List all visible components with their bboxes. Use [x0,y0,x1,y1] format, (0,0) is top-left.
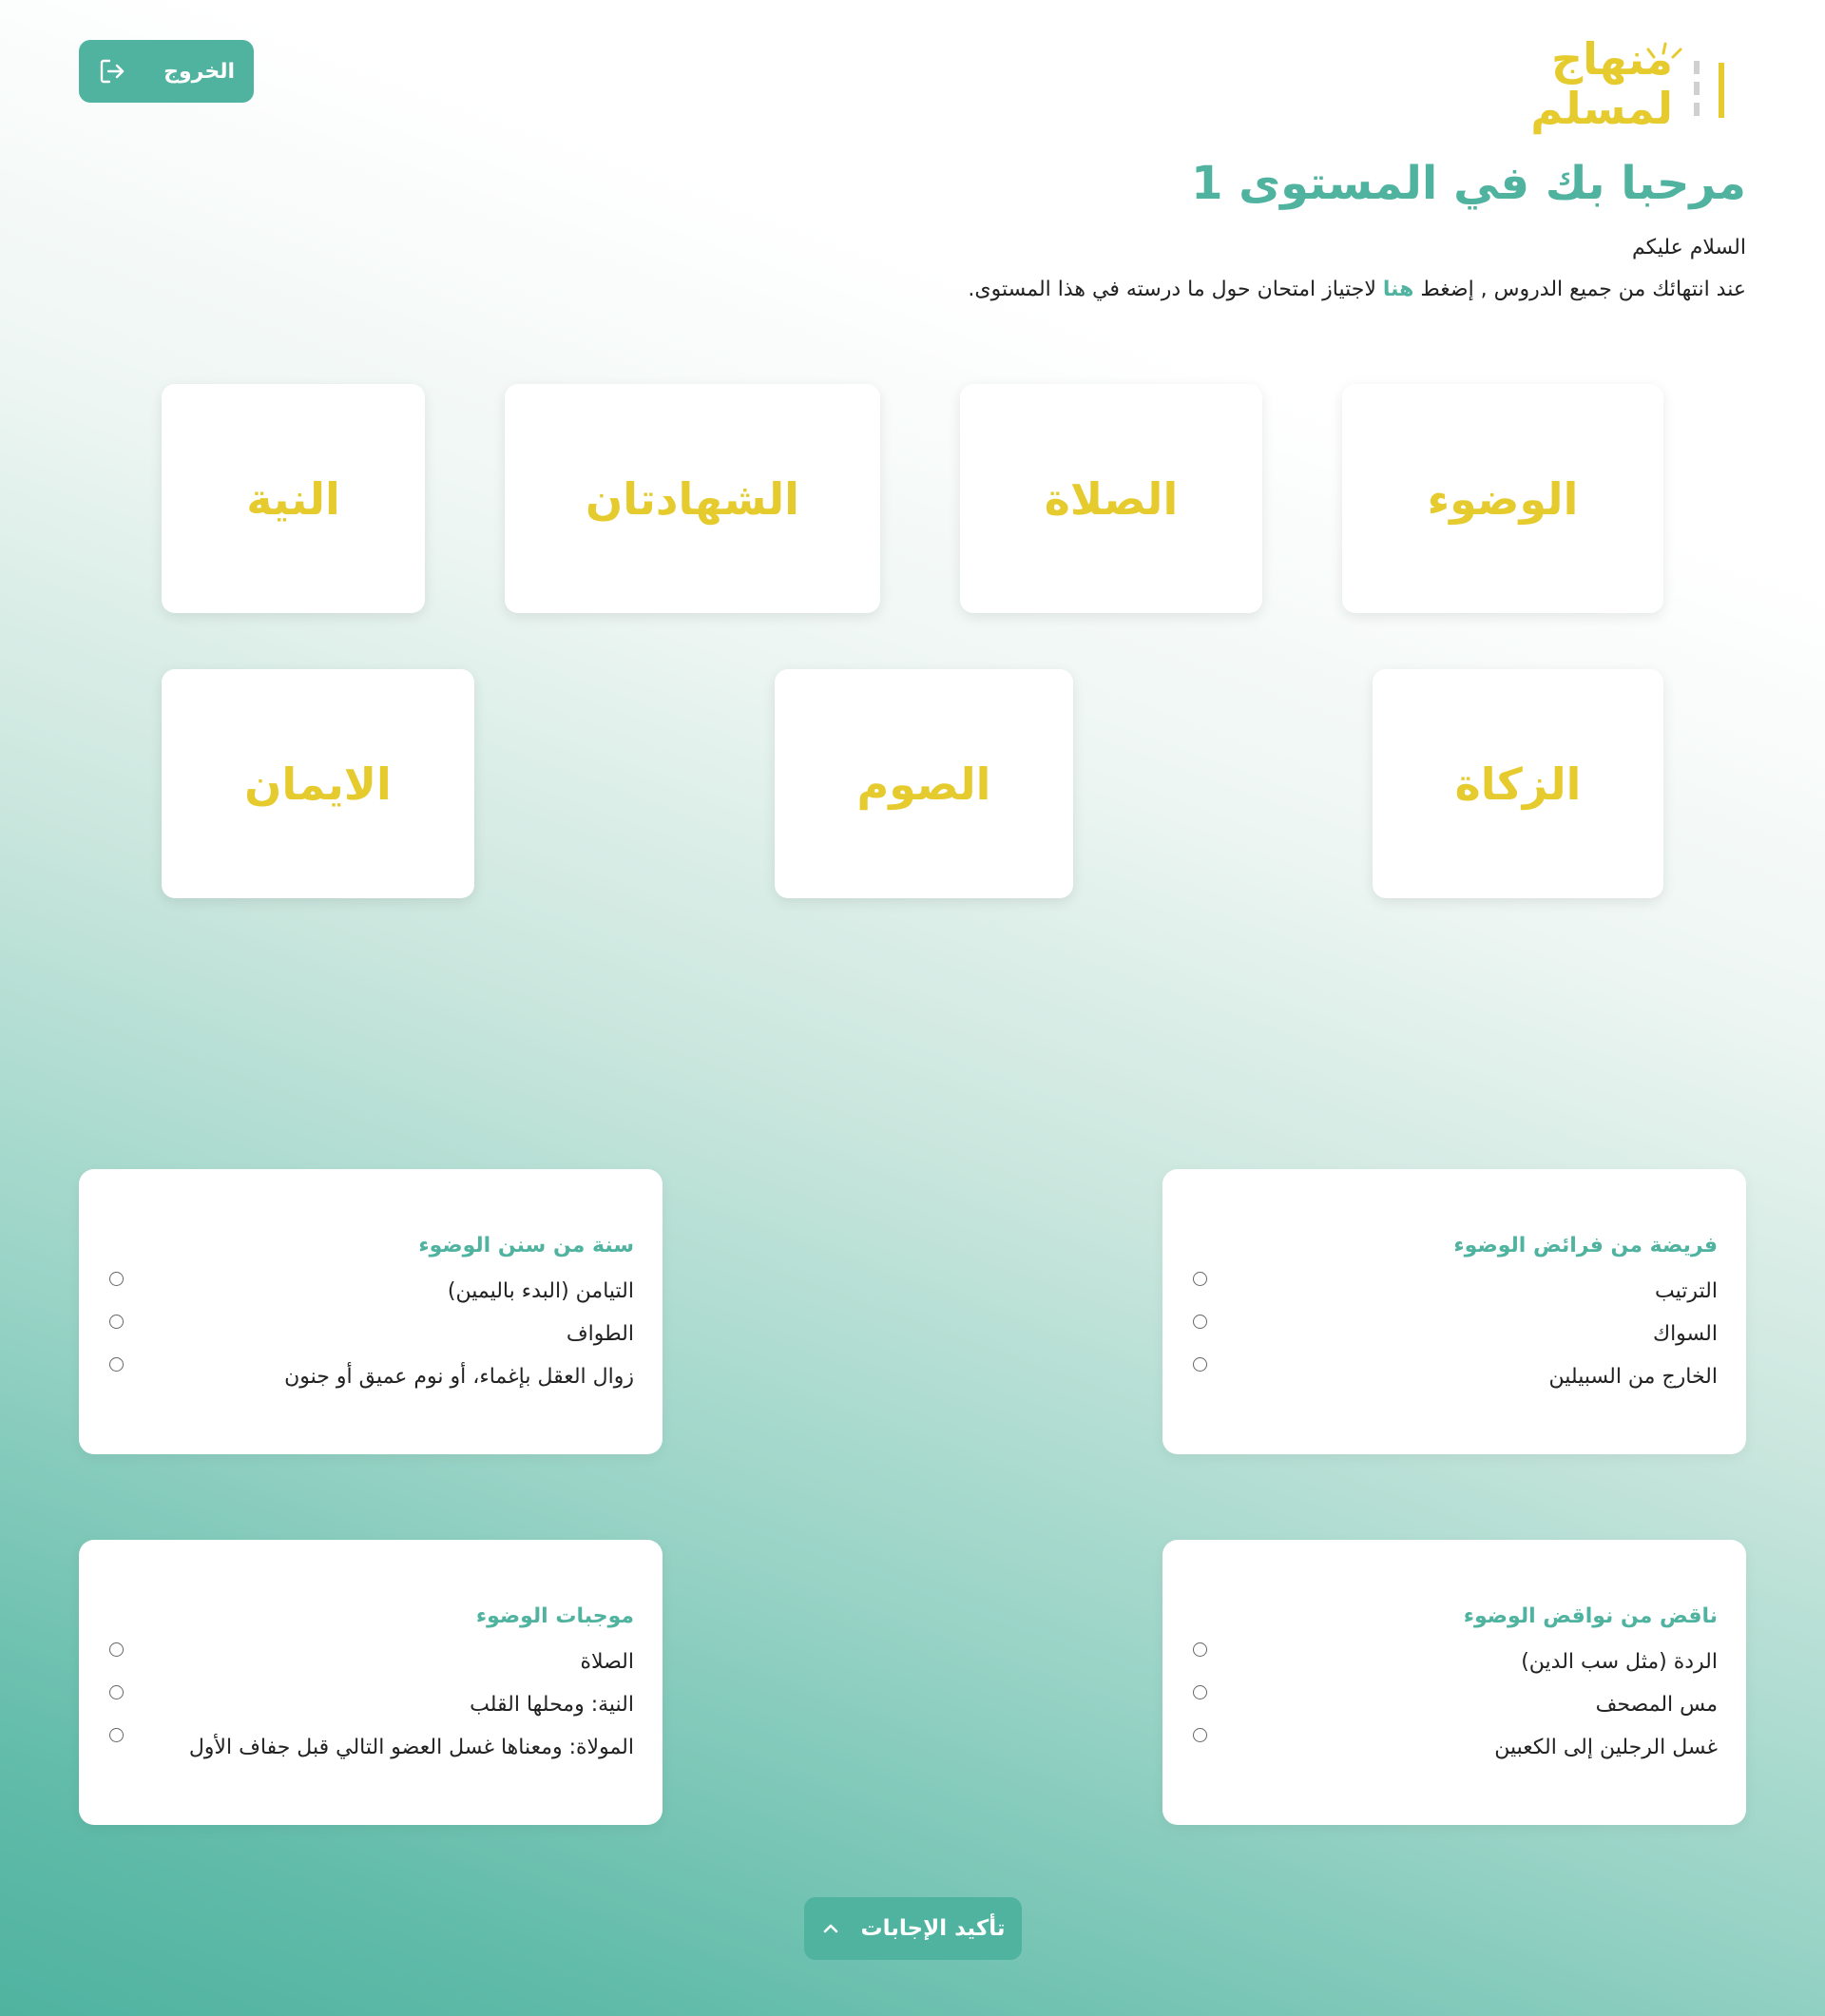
option-label: مس المصحف [1595,1693,1718,1717]
logout-icon [98,57,126,86]
option-radio[interactable] [1193,1728,1207,1742]
question-option: زوال العقل بإغماء، أو نوم عميق أو جنون [107,1355,634,1398]
option-label: المولاة: ومعناها غسل العضو التالي قبل جف… [188,1736,634,1759]
option-radio[interactable] [1193,1315,1207,1329]
instruction-before: عند انتهائك من جميع الدروس , إضغط [1413,278,1746,301]
lesson-card-label: الزكاة [1454,758,1582,810]
lesson-card-label: الصلاة [1044,472,1179,525]
logout-button[interactable]: الخروج [79,40,254,103]
option-radio[interactable] [109,1642,124,1657]
option-label: النية: ومحلها القلب [470,1693,634,1717]
option-radio[interactable] [109,1272,124,1286]
option-radio[interactable] [109,1685,124,1699]
logo: منهاج لمسلم [1530,29,1732,135]
logo-text-top: منهاج [1551,33,1673,85]
lesson-card-iman[interactable]: الايمان [162,669,474,898]
option-radio[interactable] [1193,1272,1207,1286]
lesson-card-wudu[interactable]: الوضوء [1342,384,1663,613]
question-card-mujibat: موجبات الوضوء الصلاة النية: ومحلها القلب… [79,1540,663,1825]
option-radio[interactable] [1193,1685,1207,1699]
option-label: السواك [1652,1322,1718,1346]
lesson-card-label: الشهادتان [586,472,799,525]
question-option: التيامن (البدء باليمين) [107,1270,634,1313]
logo-text-bottom: لمسلم [1530,83,1673,134]
chevron-up-icon [821,1922,840,1935]
option-label: الترتيب [1655,1279,1718,1303]
question-card-nawaqid: ناقض من نواقض الوضوء الردة (مثل سب الدين… [1162,1540,1746,1825]
question-option: غسل الرجلين إلى الكعبين [1191,1726,1718,1769]
question-title: موجبات الوضوء [475,1604,634,1628]
lesson-card-label: الوضوء [1427,472,1579,525]
option-label: الردة (مثل سب الدين) [1521,1650,1718,1674]
question-option: الطواف [107,1313,634,1355]
option-label: زوال العقل بإغماء، أو نوم عميق أو جنون [284,1365,634,1389]
question-option: الصلاة [107,1641,634,1683]
lesson-card-label: الصوم [856,758,991,810]
exam-link[interactable]: هنا [1383,278,1414,301]
question-title: فريضة من فرائض الوضوء [1453,1234,1718,1258]
instruction-text: عند انتهائك من جميع الدروس , إضغط هنا لا… [968,278,1746,301]
question-option: المولاة: ومعناها غسل العضو التالي قبل جف… [107,1726,634,1769]
option-label: الصلاة [580,1650,634,1674]
lesson-card-salat[interactable]: الصلاة [960,384,1262,613]
lesson-card-label: الايمان [244,758,392,810]
lesson-card-shahadatan[interactable]: الشهادتان [505,384,880,613]
logout-label: الخروج [163,59,235,84]
lesson-card-zakat[interactable]: الزكاة [1373,669,1663,898]
option-label: غسل الرجلين إلى الكعبين [1494,1736,1718,1759]
lesson-card-niyya[interactable]: النية [162,384,425,613]
option-radio[interactable] [109,1315,124,1329]
lesson-card-sawm[interactable]: الصوم [775,669,1073,898]
option-radio[interactable] [109,1357,124,1372]
lesson-card-label: النية [246,472,340,525]
option-radio[interactable] [1193,1357,1207,1372]
question-title: ناقض من نواقض الوضوء [1463,1604,1718,1628]
question-option: النية: ومحلها القلب [107,1683,634,1726]
question-option: السواك [1191,1313,1718,1355]
confirm-answers-label: تأكيد الإجابات [860,1916,1006,1941]
question-option: الردة (مثل سب الدين) [1191,1641,1718,1683]
question-option: مس المصحف [1191,1683,1718,1726]
question-card-sunan: سنة من سنن الوضوء التيامن (البدء باليمين… [79,1169,663,1454]
question-title: سنة من سنن الوضوء [418,1234,634,1258]
confirm-answers-button[interactable]: تأكيد الإجابات [804,1897,1022,1960]
option-radio[interactable] [109,1728,124,1742]
page-title: مرحبا بك في المستوى 1 [1191,157,1746,210]
greeting-text: السلام عليكم [1631,236,1746,259]
option-label: الخارج من السبيلين [1548,1365,1718,1389]
question-option: الخارج من السبيلين [1191,1355,1718,1398]
option-radio[interactable] [1193,1642,1207,1657]
option-label: الطواف [566,1322,634,1346]
question-card-faraid: فريضة من فرائض الوضوء الترتيب السواك الخ… [1162,1169,1746,1454]
instruction-after: لاجتياز امتحان حول ما درسته في هذا المست… [968,278,1383,301]
option-label: التيامن (البدء باليمين) [447,1279,634,1303]
question-option: الترتيب [1191,1270,1718,1313]
